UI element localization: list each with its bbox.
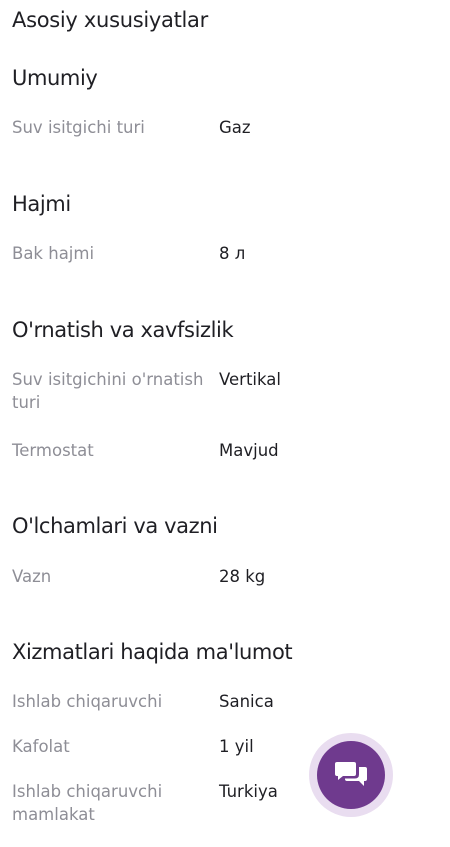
spec-value-installation-type: Vertikal	[219, 370, 281, 389]
spec-key-installation-type: Suv isitgichini o'rnatish turi	[12, 370, 204, 412]
chat-button[interactable]	[317, 741, 385, 809]
spec-key-thermostat: Termostat	[12, 441, 94, 460]
spec-value-weight: 28 kg	[219, 567, 266, 586]
section-title-dimensions-weight: O'lchamlari va vazni	[12, 514, 218, 538]
spec-key-warranty: Kafolat	[12, 737, 70, 756]
spec-value-heater-type: Gaz	[219, 118, 251, 137]
spec-value-manufacturer-country: Turkiya	[219, 782, 278, 801]
spec-key-tank-volume: Bak hajmi	[12, 244, 95, 263]
spec-value-warranty: 1 yil	[219, 737, 254, 756]
spec-key-heater-type: Suv isitgichi turi	[12, 118, 145, 137]
section-title-installation-safety: O'rnatish va xavfsizlik	[12, 318, 234, 342]
spec-value-thermostat: Mavjud	[219, 441, 279, 460]
chat-bubbles-icon	[334, 760, 368, 790]
section-title-service-info: Xizmatlari haqida ma'lumot	[12, 640, 293, 664]
page-title: Asosiy xususiyatlar	[12, 8, 208, 32]
spec-key-manufacturer-country: Ishlab chiqaruvchi mamlakat	[12, 782, 163, 824]
section-title-volume: Hajmi	[12, 192, 71, 216]
spec-key-manufacturer: Ishlab chiqaruvchi	[12, 692, 163, 711]
spec-value-manufacturer: Sanica	[219, 692, 274, 711]
spec-key-weight: Vazn	[12, 567, 52, 586]
spec-value-tank-volume: 8 л	[219, 244, 246, 263]
section-title-general: Umumiy	[12, 66, 98, 90]
